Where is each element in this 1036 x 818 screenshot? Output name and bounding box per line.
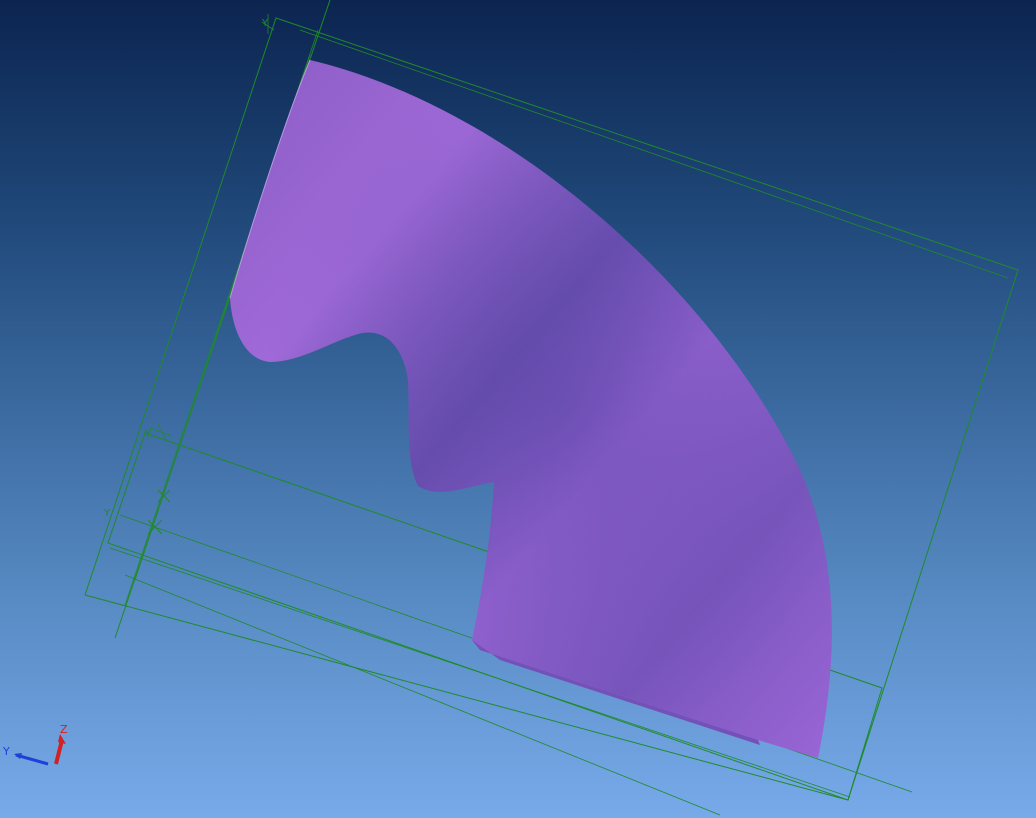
datum-label-mid: Y <box>144 429 152 440</box>
y-axis-arrowhead-icon <box>14 753 22 759</box>
datum-label-low: Y <box>103 508 111 519</box>
view-triad[interactable]: Y Z <box>0 720 80 780</box>
blade-surface-shading <box>230 60 832 758</box>
3d-viewport[interactable]: Y Y Y Y Z <box>0 0 1036 818</box>
triad-y-label: Y <box>2 745 10 758</box>
plane-marker-mid <box>149 423 173 441</box>
triad-z-label: Z <box>60 723 68 736</box>
z-axis-arrow-icon <box>54 739 64 765</box>
cad-scene[interactable]: Y Y Y <box>0 0 1036 818</box>
datum-label-top: Y <box>261 18 269 29</box>
